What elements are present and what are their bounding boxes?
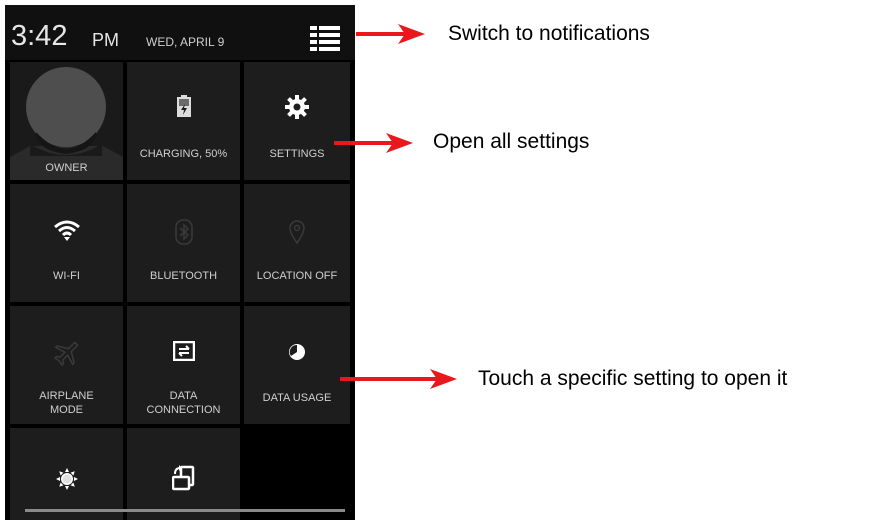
- panel-drag-handle[interactable]: [25, 509, 345, 512]
- clock-date: WED, APRIL 9: [146, 35, 225, 49]
- arrow-touch: [340, 369, 457, 389]
- rotation-icon: [171, 465, 194, 491]
- clock-ampm: PM: [92, 30, 119, 50]
- switch-to-notifications-button[interactable]: [305, 23, 347, 57]
- tile-owner-label: OWNER: [45, 162, 88, 174]
- tile-settings[interactable]: SETTINGS: [244, 62, 350, 180]
- bluetooth-icon: [174, 219, 193, 245]
- tile-charging[interactable]: CHARGING, 50%: [127, 62, 240, 180]
- tile-data-usage-label: DATA USAGE: [262, 392, 332, 404]
- tile-bluetooth[interactable]: BLUETOOTH: [127, 184, 240, 302]
- tile-charging-label: CHARGING, 50%: [139, 148, 228, 160]
- airplane-icon: [53, 341, 79, 367]
- tile-location-label: LOCATION OFF: [256, 270, 338, 282]
- tile-rotation[interactable]: [127, 428, 240, 520]
- data-connection-icon: [172, 341, 195, 361]
- tile-owner[interactable]: OWNER: [10, 62, 123, 180]
- location-icon: [289, 220, 305, 245]
- tile-wifi-label: WI-FI: [53, 270, 80, 282]
- tile-settings-label: SETTINGS: [269, 148, 325, 160]
- tile-wifi[interactable]: WI-FI: [10, 184, 123, 302]
- data-usage-icon: [289, 344, 305, 360]
- annotation-touch-setting: Touch a specific setting to open it: [478, 367, 788, 390]
- tile-data-connection-label: DATA CONNECTION: [146, 390, 221, 416]
- tile-bluetooth-label: BLUETOOTH: [149, 270, 218, 282]
- tile-airplane-mode-label: AIRPLANE MODE: [39, 390, 94, 416]
- list-icon: [310, 26, 340, 51]
- tile-brightness[interactable]: [10, 428, 123, 520]
- brightness-icon: [55, 468, 78, 490]
- tile-data-connection[interactable]: DATA CONNECTION: [127, 306, 240, 424]
- battery-charging-icon: [176, 95, 191, 117]
- annotation-open-all-settings: Open all settings: [433, 130, 590, 153]
- tile-location[interactable]: LOCATION OFF: [244, 184, 350, 302]
- status-header: 3:42 PM WED, APRIL 9: [5, 5, 355, 60]
- annotation-switch-to-notifications: Switch to notifications: [448, 22, 650, 45]
- tile-airplane-mode[interactable]: AIRPLANE MODE: [10, 306, 123, 424]
- tile-data-usage[interactable]: DATA USAGE: [244, 306, 350, 424]
- wifi-icon: [53, 220, 80, 241]
- arrow-switch: [356, 24, 425, 44]
- clock-time: 3:42: [11, 20, 68, 52]
- quick-settings-panel: 3:42 PM WED, APRIL 9 OWNER CHARGING, 50%…: [5, 5, 355, 520]
- gear-icon: [285, 95, 309, 119]
